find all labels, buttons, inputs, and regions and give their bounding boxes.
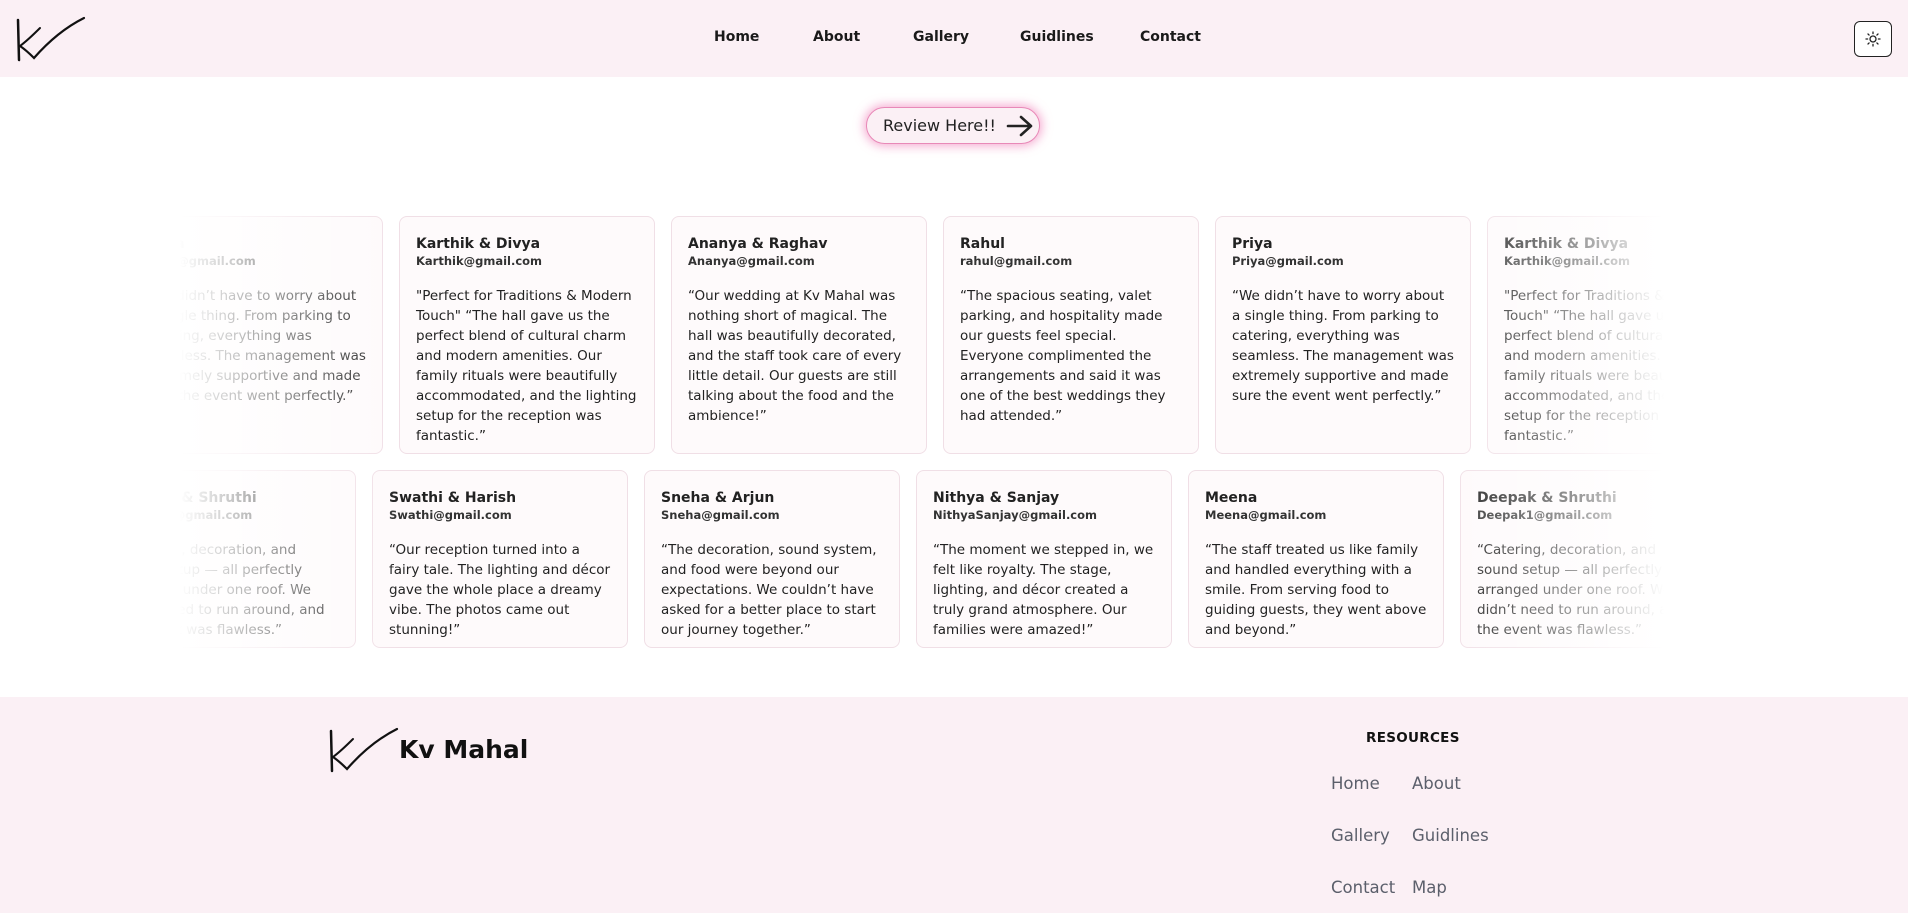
- reviewer-name: Priya: [1232, 236, 1273, 252]
- review-text: “Our wedding at Kv Mahal was nothing sho…: [688, 288, 902, 424]
- nav-guidelines[interactable]: Guidlines: [1020, 29, 1094, 45]
- reviewer-name: Deepak & Shruthi: [1477, 490, 1617, 506]
- site-header: Home About Gallery Guidlines Contact: [0, 0, 1908, 77]
- review-text: “The moment we stepped in, we felt like …: [933, 542, 1154, 638]
- review-here-button[interactable]: Review Here!!: [866, 107, 1040, 144]
- footer-link-gallery[interactable]: Gallery: [1331, 826, 1390, 845]
- footer-link-contact[interactable]: Contact: [1331, 878, 1395, 897]
- kv-logo[interactable]: [327, 727, 399, 775]
- footer-link-home[interactable]: Home: [1331, 774, 1380, 793]
- reviewer-name: Rahul: [960, 236, 1005, 252]
- reviewer-email: Deepak1@gmail.com: [1477, 508, 1613, 522]
- site-footer: Kv Mahal RESOURCES Home About Gallery Gu…: [0, 697, 1908, 913]
- review-text: “The spacious seating, valet parking, an…: [960, 288, 1166, 424]
- review-card: Deepak & Shruthi Deepak1@gmail.com “Cate…: [1460, 470, 1716, 648]
- reviewer-name: Sneha & Arjun: [661, 490, 775, 506]
- footer-link-guidelines[interactable]: Guidlines: [1412, 826, 1489, 845]
- nav-gallery[interactable]: Gallery: [913, 29, 969, 45]
- reviewer-name: Ananya & Raghav: [688, 236, 828, 252]
- footer-link-about[interactable]: About: [1412, 774, 1461, 793]
- review-button-label: Review Here!!: [883, 116, 996, 135]
- review-text: "Perfect for Traditions & Modern Touch" …: [416, 288, 637, 444]
- review-card: Priya Priya@gmail.com “We didn’t have to…: [1215, 216, 1471, 454]
- marquee-mask-left: [0, 200, 166, 660]
- reviewer-email: Priya@gmail.com: [1232, 254, 1344, 268]
- reviewer-email: NithyaSanjay@gmail.com: [933, 508, 1098, 522]
- resources-heading: RESOURCES: [1366, 730, 1460, 746]
- reviewer-name: Meena: [1205, 490, 1258, 506]
- review-card: Ananya & Raghav Ananya@gmail.com “Our we…: [671, 216, 927, 454]
- reviews-row-1: Priya Priya@gmail.com “We didn’t have to…: [0, 216, 1908, 454]
- review-text: “We didn’t have to worry about a single …: [144, 288, 366, 404]
- review-text: “The staff treated us like family and ha…: [1205, 542, 1427, 638]
- marquee-mask-right: [1718, 200, 1908, 660]
- reviewer-name: Nithya & Sanjay: [933, 490, 1060, 506]
- review-card: Karthik & Divya Karthik@gmail.com "Perfe…: [1487, 216, 1743, 454]
- theme-toggle-button[interactable]: [1854, 21, 1892, 57]
- reviewer-email: rahul@gmail.com: [960, 254, 1073, 268]
- review-text: “The decoration, sound system, and food …: [661, 542, 877, 638]
- reviewer-name: Priya: [144, 235, 366, 253]
- review-text: "Perfect for Traditions & Modern Touch" …: [1504, 288, 1725, 444]
- review-text: “We didn’t have to worry about a single …: [1232, 288, 1454, 404]
- nav-contact[interactable]: Contact: [1140, 29, 1201, 45]
- footer-brand-name: Kv Mahal: [399, 735, 529, 764]
- reviewer-email: Meena@gmail.com: [1205, 508, 1327, 522]
- reviewer-email: Swathi@gmail.com: [389, 508, 512, 522]
- reviewer-email: Karthik@gmail.com: [416, 254, 543, 268]
- nav-about[interactable]: About: [813, 29, 860, 45]
- reviewer-email: Priya@gmail.com: [144, 254, 256, 268]
- reviewer-email: Sneha@gmail.com: [661, 508, 780, 522]
- nav-home[interactable]: Home: [714, 29, 759, 45]
- review-card: Sneha & Arjun Sneha@gmail.com “The decor…: [644, 470, 900, 648]
- review-card: Karthik & Divya Karthik@gmail.com "Perfe…: [399, 216, 655, 454]
- main-nav: Home About Gallery Guidlines Contact: [0, 29, 1908, 49]
- review-card: Nithya & Sanjay NithyaSanjay@gmail.com “…: [916, 470, 1172, 648]
- reviewer-name: Karthik & Divya: [1504, 236, 1629, 252]
- reviews-row-2: Deepak & Shruthi Deepak1@gmail.com “Cate…: [0, 470, 1908, 648]
- arrow-right-icon: [1006, 115, 1033, 136]
- review-card: Swathi & Harish Swathi@gmail.com “Our re…: [372, 470, 628, 648]
- reviewer-email: Karthik@gmail.com: [1504, 254, 1631, 268]
- review-text: “Our reception turned into a fairy tale.…: [389, 542, 611, 638]
- reviewer-name: Karthik & Divya: [416, 236, 541, 252]
- footer-link-map[interactable]: Map: [1412, 878, 1447, 897]
- review-card: Rahul rahul@gmail.com “The spacious seat…: [943, 216, 1199, 454]
- sun-icon: [1865, 31, 1881, 47]
- review-text: “Catering, decoration, and sound setup —…: [1477, 542, 1685, 638]
- reviewer-name: Swathi & Harish: [389, 490, 517, 506]
- review-card: Meena Meena@gmail.com “The staff treated…: [1188, 470, 1444, 648]
- reviewer-email: Ananya@gmail.com: [688, 254, 815, 268]
